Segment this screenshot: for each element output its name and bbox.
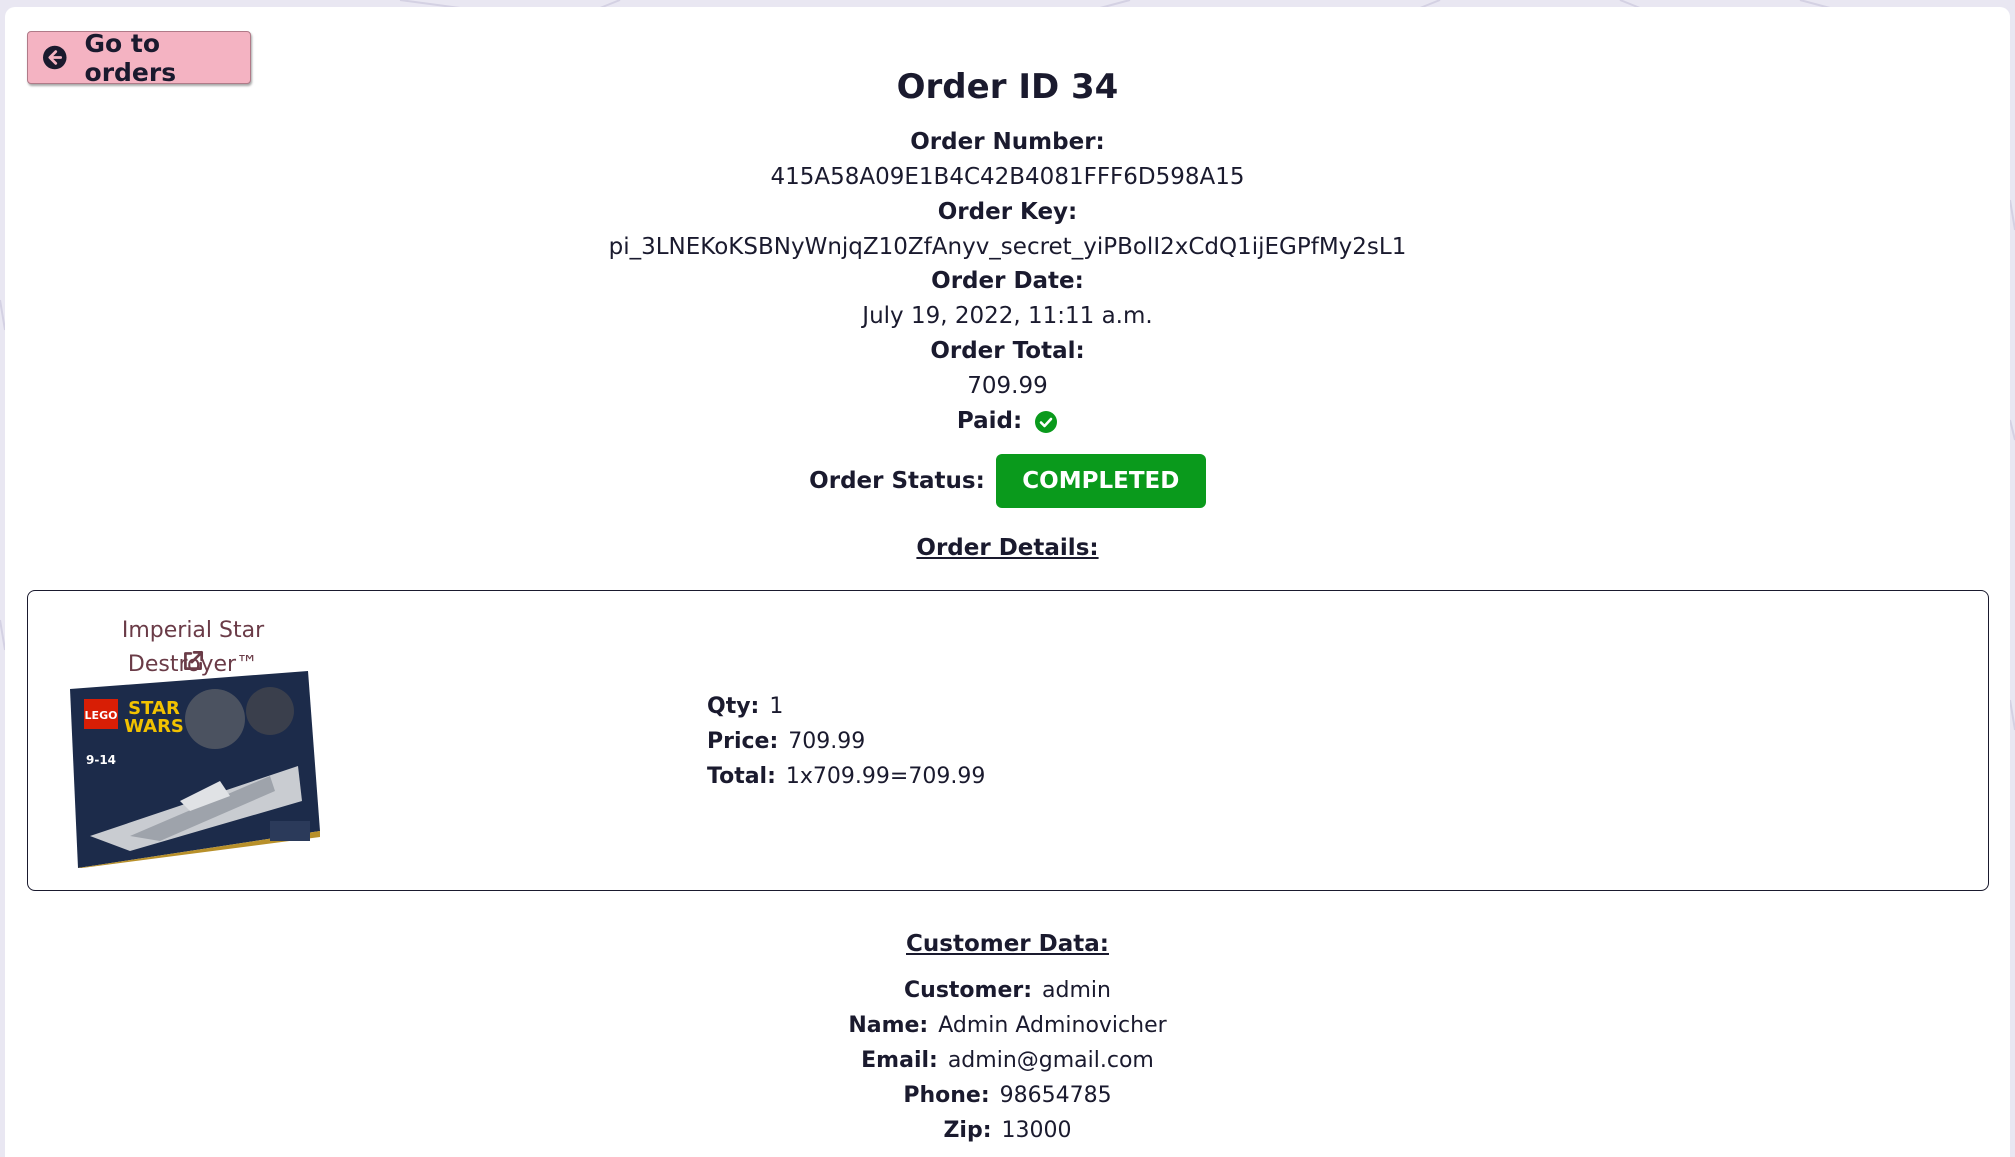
- order-total-label: Order Total:: [930, 338, 1085, 364]
- order-status-row: Order Status: COMPLETED: [0, 454, 2015, 508]
- order-total-value: 709.99: [967, 373, 1048, 399]
- customer-phone: Phone: 98654785: [0, 1078, 2015, 1113]
- customer-name-value: Admin Adminovicher: [938, 1013, 1167, 1038]
- customer-email-value: admin@gmail.com: [947, 1048, 1154, 1073]
- paid-label: Paid:: [956, 408, 1023, 434]
- customer-zip-value: 13000: [1001, 1118, 1072, 1143]
- customer-username-value: admin: [1042, 978, 1111, 1003]
- product-image[interactable]: LEGO STAR WARS 9-14: [70, 671, 320, 868]
- customer-phone-label: Phone:: [903, 1083, 990, 1108]
- customer-zip: Zip: 13000: [0, 1113, 2015, 1148]
- customer-name-label: Name:: [848, 1013, 929, 1038]
- svg-text:LEGO: LEGO: [85, 709, 118, 722]
- paid-row: Paid:: [0, 404, 2015, 439]
- order-key-label: Order Key:: [937, 199, 1078, 225]
- order-title: Order ID 34: [896, 67, 1119, 107]
- customer-username-label: Customer:: [904, 978, 1033, 1003]
- order-status-label: Order Status:: [809, 467, 985, 494]
- check-circle-icon: [1035, 410, 1058, 433]
- item-price-label: Price:: [707, 729, 779, 754]
- svg-text:9-14: 9-14: [86, 753, 116, 767]
- item-qty-label: Qty:: [707, 694, 760, 719]
- order-date-value: July 19, 2022, 11:11 a.m.: [862, 303, 1153, 329]
- item-total: Total: 1x709.99=709.99: [707, 759, 985, 794]
- svg-text:WARS: WARS: [124, 716, 184, 737]
- customer-email-label: Email:: [861, 1048, 938, 1073]
- customer-phone-value: 98654785: [999, 1083, 1112, 1108]
- status-badge: COMPLETED: [995, 454, 1206, 508]
- item-qty: Qty: 1: [707, 689, 985, 724]
- customer-name: Name: Admin Adminovicher: [0, 1008, 2015, 1043]
- customer-username: Customer: admin: [0, 973, 2015, 1008]
- item-price-value: 709.99: [788, 729, 866, 754]
- item-price: Price: 709.99: [707, 724, 985, 759]
- item-qty-value: 1: [769, 694, 784, 719]
- order-number-value: 415A58A09E1B4C42B4081FFF6D598A15: [770, 164, 1245, 190]
- order-item-summary: Qty: 1 Price: 709.99 Total: 1x709.99=709.99: [707, 689, 985, 794]
- customer-data-heading: Customer Data:: [906, 931, 1109, 957]
- order-date-label: Order Date:: [931, 268, 1084, 294]
- item-total-value: 1x709.99=709.99: [785, 764, 986, 789]
- customer-email: Email: admin@gmail.com: [0, 1043, 2015, 1078]
- order-key-value: pi_3LNEKoKSBNyWnjqZ10ZfAnyv_secret_yiPBo…: [608, 234, 1407, 260]
- order-number-label: Order Number:: [910, 129, 1105, 155]
- order-details-heading: Order Details:: [916, 535, 1099, 561]
- customer-zip-label: Zip:: [943, 1118, 992, 1143]
- item-total-label: Total:: [707, 764, 776, 789]
